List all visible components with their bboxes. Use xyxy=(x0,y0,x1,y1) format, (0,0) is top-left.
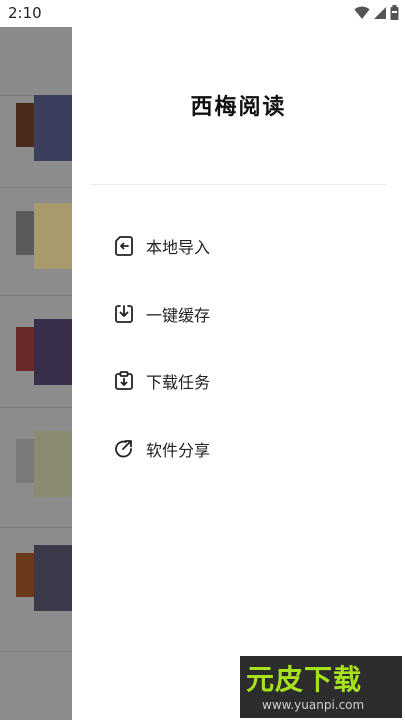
status-bar: 2:10 xyxy=(0,0,405,27)
navigation-drawer: 西梅阅读 本地导入 一键缓存 下载任务 软件分享 xyxy=(72,27,405,720)
background-book-cover xyxy=(16,545,72,613)
watermark-logo: 元皮下载 www.yuanpi.com xyxy=(240,656,402,718)
signal-icon xyxy=(374,6,386,19)
background-toolbar xyxy=(0,27,80,96)
status-icons xyxy=(354,5,399,20)
download-task-icon xyxy=(115,371,133,390)
background-divider xyxy=(0,295,80,296)
background-divider xyxy=(0,651,80,652)
menu-item-label: 下载任务 xyxy=(146,373,211,392)
menu-item-one-click-cache[interactable]: 一键缓存 xyxy=(112,296,372,332)
background-book-cover xyxy=(16,319,72,387)
menu-item-download-tasks[interactable]: 下载任务 xyxy=(112,363,372,399)
menu-item-label: 本地导入 xyxy=(146,238,211,257)
menu-item-local-import[interactable]: 本地导入 xyxy=(112,228,372,264)
background-book-cover xyxy=(16,431,72,499)
background-divider xyxy=(0,527,80,528)
battery-icon xyxy=(390,5,399,20)
menu-item-label: 软件分享 xyxy=(146,441,211,460)
background-divider xyxy=(0,187,80,188)
watermark-text: 元皮下载 xyxy=(246,663,363,696)
import-icon xyxy=(115,236,133,256)
app-title: 西梅阅读 xyxy=(190,94,287,120)
download-icon xyxy=(115,305,133,323)
menu-item-share-app[interactable]: 软件分享 xyxy=(112,431,372,467)
wifi-icon xyxy=(354,6,370,19)
share-icon xyxy=(115,440,132,458)
background-book-cover xyxy=(16,95,72,163)
drawer-divider xyxy=(90,184,387,185)
status-time: 2:10 xyxy=(8,4,42,22)
background-divider xyxy=(0,407,80,408)
menu-item-label: 一键缓存 xyxy=(146,306,211,325)
background-book-cover xyxy=(16,203,72,271)
watermark-url: www.yuanpi.com xyxy=(262,698,365,712)
